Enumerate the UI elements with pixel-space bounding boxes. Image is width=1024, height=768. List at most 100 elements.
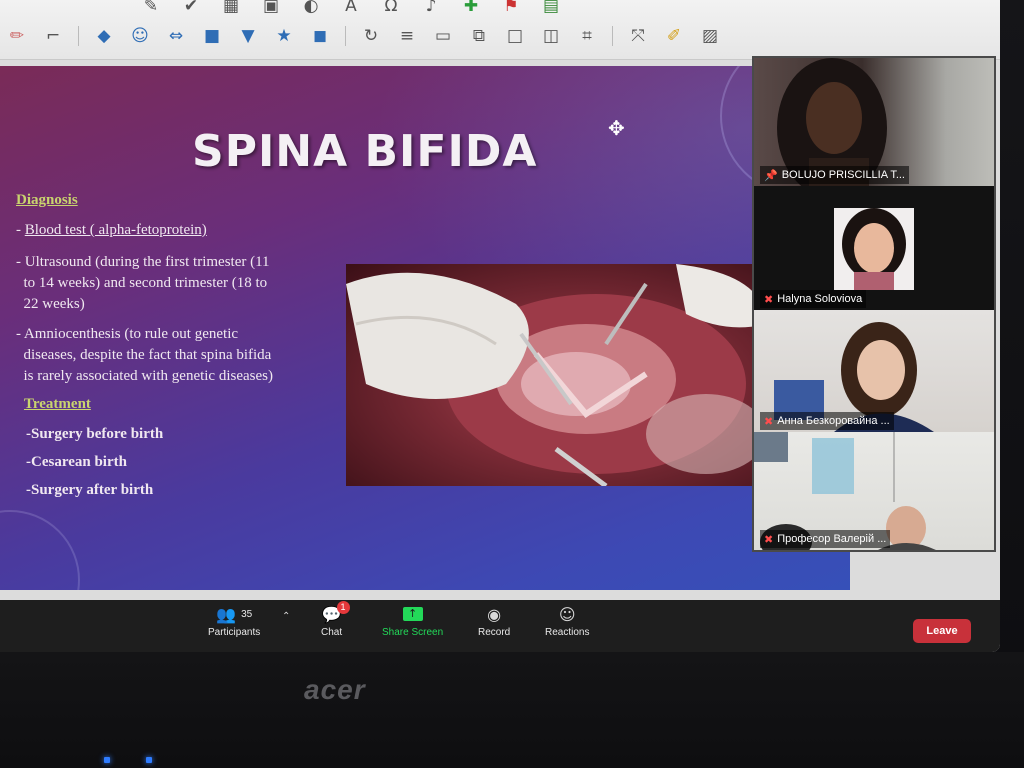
reactions-label: Reactions	[545, 627, 590, 638]
bullet-text-line: diseases, despite the fact that spina bi…	[23, 347, 272, 363]
mic-muted-icon: ✖	[764, 532, 774, 546]
status-led	[146, 757, 152, 763]
eraser-icon[interactable]: ▨	[699, 25, 721, 47]
check-icon[interactable]: ✔	[180, 0, 202, 17]
chat-label: Chat	[321, 627, 343, 638]
cube-shape-icon[interactable]: ◼	[309, 25, 331, 47]
treatment-heading: Treatment	[24, 396, 91, 412]
move-cursor-icon: ✥	[608, 116, 625, 140]
laptop-photo: ✎ ✔ ▦ ▣ ◐ A Ω ♪ ✚ ⚑ ▤ ✏ ⌐ ◆ ☺ ⇔ ■ ▼ ★ ◼ …	[0, 0, 1024, 768]
record-icon: ◉	[487, 604, 502, 624]
participants-label: Participants	[208, 627, 261, 638]
picture-icon[interactable]: ▣	[260, 0, 282, 17]
rotate-icon[interactable]: ↻	[360, 25, 382, 47]
treatment-item: -Surgery after birth	[26, 482, 154, 498]
share-screen-button[interactable]: ↑ Share Screen	[382, 604, 443, 638]
add-icon[interactable]: ✚	[460, 0, 482, 17]
ribbon-row-bottom: ✏ ⌐ ◆ ☺ ⇔ ■ ▼ ★ ◼ ↻ ≡ ▭ ⧉ □ ◫ ⌗ ⤧ ✐ ▨	[6, 22, 721, 50]
diagnosis-heading: Diagnosis	[16, 192, 78, 208]
bullet-text: Blood test ( alpha-fetoprotein)	[24, 222, 207, 238]
group-icon[interactable]: ⧉	[468, 25, 490, 47]
laptop-screen: ✎ ✔ ▦ ▣ ◐ A Ω ♪ ✚ ⚑ ▤ ✏ ⌐ ◆ ☺ ⇔ ■ ▼ ★ ◼ …	[0, 0, 1000, 652]
bullet-blood-test: - Blood test ( alpha-fetoprotein)	[16, 222, 207, 238]
arrange-icon[interactable]: ▭	[432, 25, 454, 47]
video-tile[interactable]: 📌 BOLUJO PRISCILLIA T...	[754, 58, 994, 186]
participant-video-strip: 📌 BOLUJO PRISCILLIA T... ✖ Halyna Solovi…	[752, 56, 996, 552]
chat-unread-badge: 1	[336, 601, 350, 614]
smiley-shape-icon[interactable]: ☺	[129, 25, 151, 47]
ribbon-separator	[78, 26, 79, 46]
status-led	[104, 757, 110, 763]
participant-name-label: ✖ Професор Валерій ...	[760, 530, 891, 548]
3d-icon[interactable]: ◫	[540, 25, 562, 47]
bullet-ultrasound: - Ultrasound (during the first trimester…	[16, 254, 270, 312]
align-icon[interactable]: ≡	[396, 25, 418, 47]
text-icon[interactable]: A	[340, 0, 362, 17]
pin-icon: 📌	[764, 168, 778, 182]
shadow-icon[interactable]: □	[504, 25, 526, 47]
rectangle-shape-icon[interactable]: ■	[201, 25, 223, 47]
ribbon-separator	[345, 26, 346, 46]
video-tile[interactable]: ✖ Анна Безкоровайна ...	[754, 310, 994, 432]
bullet-text-line: to 14 weeks) and second trimester (18 to	[23, 275, 268, 291]
participant-name-label: ✖ Анна Безкоровайна ...	[760, 412, 894, 430]
slide-title: SPINA BIFIDA	[192, 126, 538, 177]
ribbon-toolbar: ✎ ✔ ▦ ▣ ◐ A Ω ♪ ✚ ⚑ ▤ ✏ ⌐ ◆ ☺ ⇔ ■ ▼ ★ ◼ …	[0, 0, 1000, 60]
participants-options-caret[interactable]: ⌃	[282, 606, 290, 626]
pen-icon[interactable]: ✏	[6, 25, 28, 47]
mic-muted-icon: ✖	[764, 414, 774, 428]
laptop-brand-logo: acer	[304, 674, 366, 705]
surgery-photo	[346, 264, 766, 486]
video-tile[interactable]: ✖ Професор Валерій ...	[754, 432, 994, 550]
participant-name: Професор Валерій ...	[777, 533, 887, 545]
decorative-ring	[0, 510, 80, 590]
surgery-photo-graphic	[346, 264, 766, 486]
format-painter-icon[interactable]: ✎	[140, 0, 162, 17]
highlighter-icon[interactable]: ✐	[663, 25, 685, 47]
diamond-shape-icon[interactable]: ◆	[93, 25, 115, 47]
reactions-button[interactable]: ☺ Reactions	[545, 604, 590, 639]
crop-icon[interactable]: ⌗	[576, 25, 598, 47]
flag-icon[interactable]: ⚑	[500, 0, 522, 17]
laptop-bezel: acer	[0, 652, 1024, 768]
chat-button[interactable]: 💬 1 Chat	[321, 601, 350, 638]
meeting-controls-bar: 👥 35 Participants ⌃ 💬 1 Chat ↑ Share Scre…	[0, 600, 1000, 652]
bullet-amniocentesis: - Amniocenthesis (to rule out genetic di…	[16, 326, 274, 384]
double-arrow-icon[interactable]: ⇔	[165, 25, 187, 47]
treatment-item: -Surgery before birth	[26, 426, 164, 442]
participants-button[interactable]: 👥 35 Participants	[208, 604, 261, 639]
record-button[interactable]: ◉ Record	[478, 604, 511, 639]
chevron-up-icon: ⌃	[282, 610, 291, 622]
image-icon[interactable]: ▤	[540, 0, 562, 17]
share-screen-label: Share Screen	[382, 627, 444, 638]
connector-icon[interactable]: ⌐	[42, 25, 64, 47]
chart-icon[interactable]: ◐	[300, 0, 322, 17]
chat-icon: 💬 1	[322, 601, 350, 624]
participants-icon: 👥 35	[216, 604, 253, 624]
share-screen-icon: ↑	[402, 604, 423, 624]
callout-shape-icon[interactable]: ▼	[237, 25, 259, 47]
participants-count: 35	[241, 608, 253, 620]
video-tile[interactable]: ✖ Halyna Soloviova	[754, 186, 994, 310]
star-shape-icon[interactable]: ★	[273, 25, 295, 47]
participant-name: Анна Безкоровайна ...	[777, 415, 890, 427]
treatment-item: -Cesarean birth	[26, 454, 127, 470]
participant-name: BOLUJO PRISCILLIA T...	[781, 169, 905, 181]
bullet-text-line: 22 weeks)	[23, 296, 85, 312]
leave-button[interactable]: Leave	[913, 619, 971, 643]
ribbon-row-top: ✎ ✔ ▦ ▣ ◐ A Ω ♪ ✚ ⚑ ▤	[140, 0, 562, 20]
record-label: Record	[478, 627, 511, 638]
presentation-slide[interactable]: SPINA BIFIDA ✥ Diagnosis - Blood test ( …	[0, 66, 850, 590]
sound-icon[interactable]: ♪	[420, 0, 442, 17]
mic-muted-icon: ✖	[764, 292, 774, 306]
participant-name: Halyna Soloviova	[777, 293, 863, 305]
bullet-text-line: is rarely associated with genetic diseas…	[23, 368, 274, 384]
symbol-icon[interactable]: Ω	[380, 0, 402, 17]
bullet-text-line: Ultrasound (during the first trimester (…	[24, 254, 270, 270]
participant-name-label: 📌 BOLUJO PRISCILLIA T...	[760, 166, 909, 184]
bullet-text-line: Amniocenthesis (to rule out genetic	[23, 326, 239, 342]
table-icon[interactable]: ▦	[220, 0, 242, 17]
ribbon-separator	[612, 26, 613, 46]
participant-name-label: ✖ Halyna Soloviova	[760, 290, 867, 308]
points-icon[interactable]: ⤧	[627, 25, 649, 47]
